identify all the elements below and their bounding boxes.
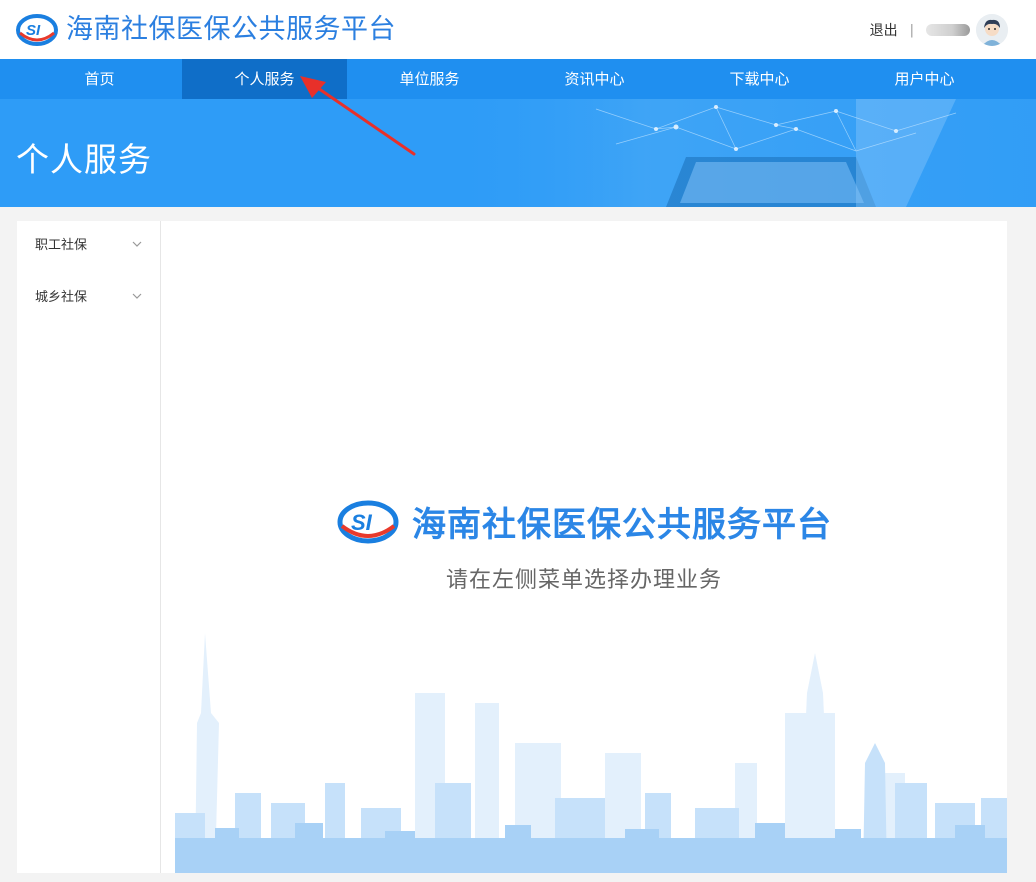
brand[interactable]: SI 海南社保医保公共服务平台 xyxy=(16,12,396,48)
username-redacted xyxy=(926,24,970,36)
sidebar-item-employee-insurance[interactable]: 职工社保 xyxy=(17,221,160,273)
svg-text:SI: SI xyxy=(351,510,373,535)
logout-link[interactable]: 退出 xyxy=(870,20,898,40)
si-logo-icon: SI xyxy=(337,500,399,543)
nav-unit-service[interactable]: 单位服务 xyxy=(347,59,512,99)
divider: | xyxy=(909,22,914,38)
main-nav: 首页 个人服务 单位服务 资讯中心 下载中心 用户中心 xyxy=(0,59,1036,99)
welcome-brand: SI 海南社保医保公共服务平台 xyxy=(336,497,832,546)
nav-user-center[interactable]: 用户中心 xyxy=(842,59,1007,99)
welcome-block: SI 海南社保医保公共服务平台 请在左侧菜单选择办理业务 xyxy=(161,497,1007,594)
nav-personal-service[interactable]: 个人服务 xyxy=(182,59,347,99)
laptop-network-illustration xyxy=(436,99,1036,207)
sidebar-item-urban-rural-insurance[interactable]: 城乡社保 xyxy=(17,273,160,325)
side-menu: 职工社保 城乡社保 xyxy=(17,221,161,873)
nav-download-center[interactable]: 下载中心 xyxy=(677,59,842,99)
site-title: 海南社保医保公共服务平台 xyxy=(66,14,396,45)
sidebar-item-label: 职工社保 xyxy=(35,238,88,253)
city-skyline-illustration xyxy=(175,633,1007,873)
chevron-down-icon xyxy=(132,293,142,299)
sidebar-item-label: 城乡社保 xyxy=(35,290,88,305)
chevron-down-icon xyxy=(132,241,142,247)
nav-news-center[interactable]: 资讯中心 xyxy=(512,59,677,99)
banner-title: 个人服务 xyxy=(16,140,152,179)
svg-text:SI: SI xyxy=(26,22,41,39)
user-avatar-icon[interactable] xyxy=(976,14,1008,46)
user-box: 退出 | xyxy=(870,14,1008,46)
top-header: SI 海南社保医保公共服务平台 退出 | xyxy=(0,0,1036,59)
page-banner: 个人服务 xyxy=(0,99,1036,207)
welcome-hint: 请在左侧菜单选择办理业务 xyxy=(445,567,722,593)
nav-home[interactable]: 首页 xyxy=(17,59,182,99)
welcome-title: 海南社保医保公共服务平台 xyxy=(412,505,832,545)
si-logo-icon: SI xyxy=(16,14,58,46)
main-content: SI 海南社保医保公共服务平台 请在左侧菜单选择办理业务 xyxy=(161,221,1007,873)
